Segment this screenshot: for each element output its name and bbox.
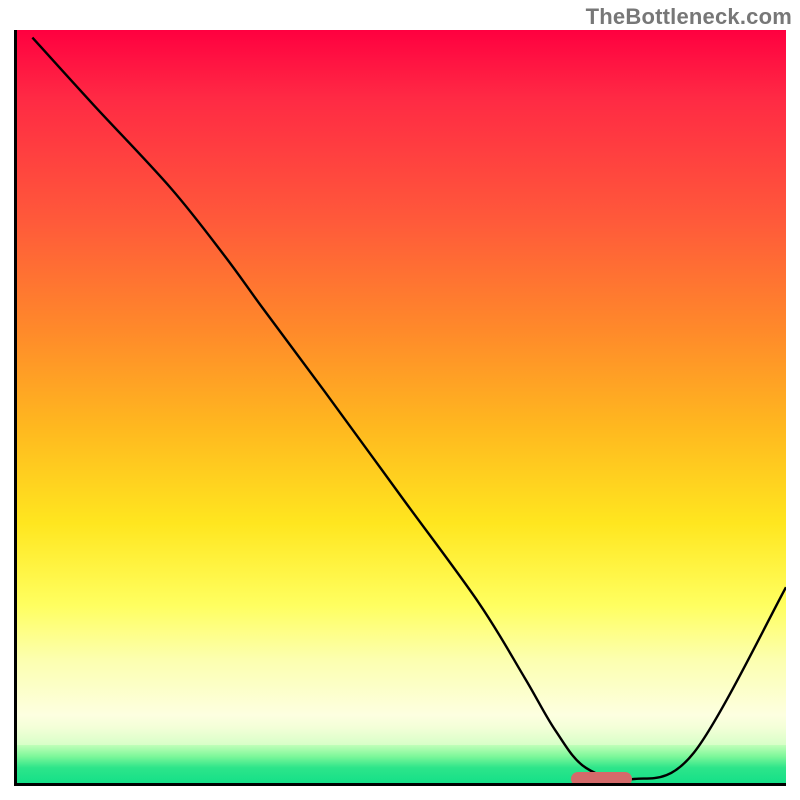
plot-axes xyxy=(14,30,786,786)
plot-area xyxy=(17,30,786,783)
watermark-text: TheBottleneck.com xyxy=(586,4,792,30)
chart-container: TheBottleneck.com xyxy=(0,0,800,800)
bottleneck-curve xyxy=(17,30,786,783)
optimal-range-marker xyxy=(571,772,633,783)
